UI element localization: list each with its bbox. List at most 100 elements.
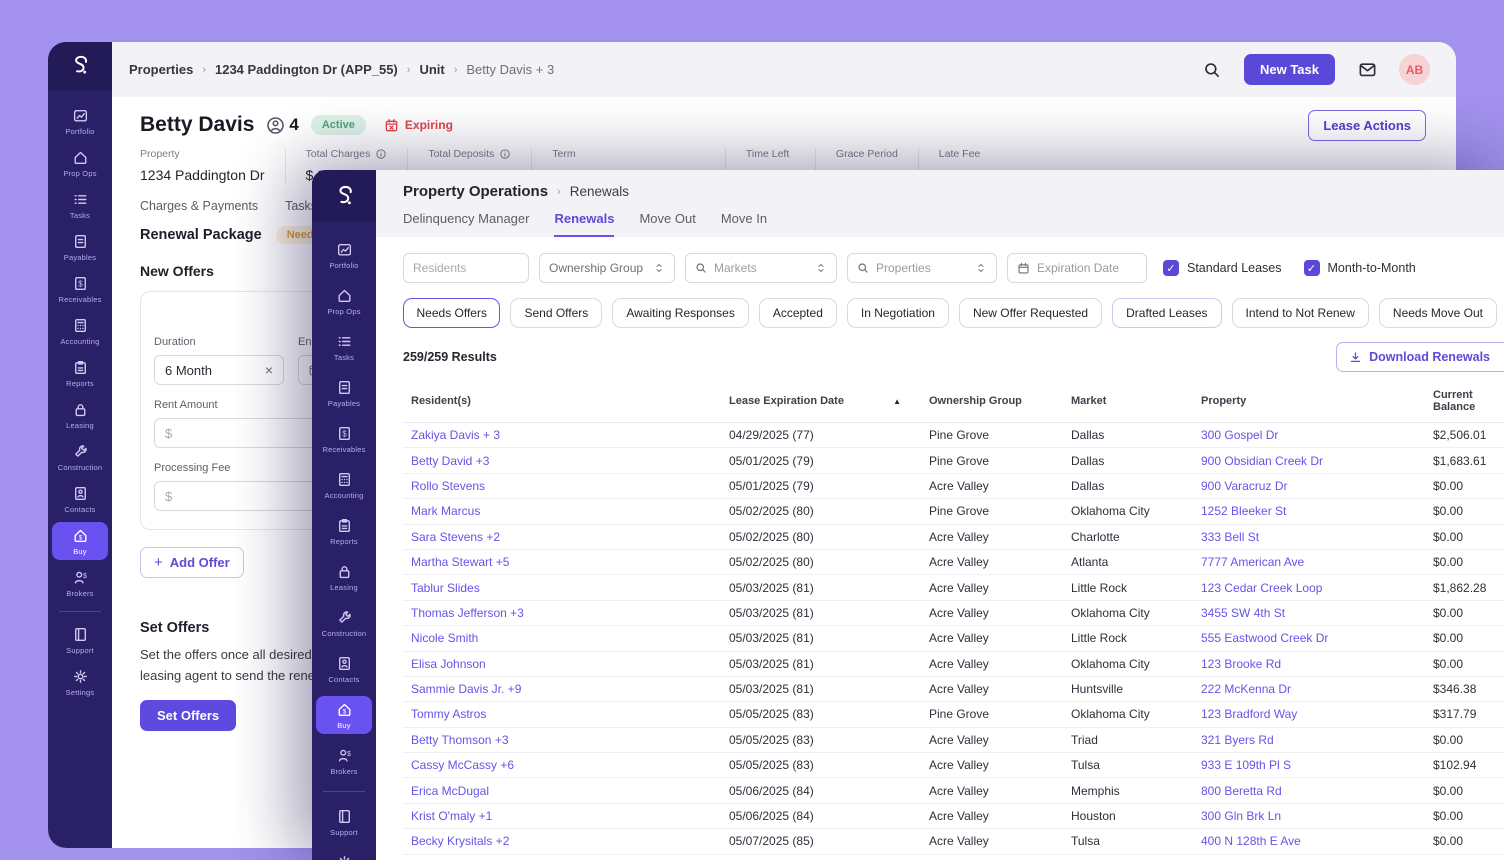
set-offers-button[interactable]: Set Offers [140,700,236,731]
property-link[interactable]: 3455 SW 4th St [1201,606,1285,620]
property-link[interactable]: 123 Brooke Rd [1201,657,1281,671]
duration-select[interactable]: 6 Month × [154,355,284,385]
property-link[interactable]: 900 Varacruz Dr [1201,479,1287,493]
chip-intend-to-not-renew[interactable]: Intend to Not Renew [1232,298,1369,328]
ownership-group-select[interactable]: Ownership Group [539,253,675,283]
sidebar-item-payables[interactable]: Payables [316,374,372,412]
lease-actions-button[interactable]: Lease Actions [1308,110,1426,141]
resident-link[interactable]: Betty Thomson +3 [411,733,509,747]
add-offer-button[interactable]: + Add Offer [140,547,244,578]
sort-asc-icon[interactable]: ▲ [893,397,901,406]
sidebar-item-accounting[interactable]: Accounting [52,312,108,350]
sidebar-item-buy[interactable]: $Buy [52,522,108,560]
resident-link[interactable]: Betty David +3 [411,454,489,468]
checkbox-month-to-month[interactable]: ✓Month-to-Month [1304,260,1416,276]
breadcrumb-item[interactable]: Unit [419,62,444,77]
sidebar-item-tasks[interactable]: Tasks [316,328,372,366]
sidebar-item-support[interactable]: Support [52,621,108,659]
search-button[interactable] [1196,54,1228,86]
chip-new-offer-requested[interactable]: New Offer Requested [959,298,1102,328]
sidebar-item-portfolio[interactable]: Portfolio [52,102,108,140]
checkbox-standard-leases[interactable]: ✓Standard Leases [1163,260,1282,276]
column-header-lease-expiration-date[interactable]: Lease Expiration Date▲ [721,395,921,407]
sidebar-item-prop-ops[interactable]: Prop Ops [52,144,108,182]
sidebar-item-construction[interactable]: Construction [52,438,108,476]
sidebar-item-brokers[interactable]: $Brokers [52,564,108,602]
resident-link[interactable]: Rollo Stevens [411,479,485,493]
tab-charges-payments[interactable]: Charges & Payments [140,199,258,213]
tab-renewals[interactable]: Renewals [554,211,614,237]
tab-move-out[interactable]: Move Out [639,211,695,237]
markets-select[interactable]: Markets [685,253,837,283]
resident-link[interactable]: Thomas Jefferson +3 [411,606,524,620]
property-link[interactable]: 333 Bell St [1201,530,1259,544]
property-link[interactable]: 555 Eastwood Creek Dr [1201,631,1328,645]
sidebar-item-contacts[interactable]: Contacts [52,480,108,518]
property-link[interactable]: 123 Cedar Creek Loop [1201,581,1322,595]
checkbox-icon[interactable]: ✓ [1163,260,1179,276]
breadcrumb-item[interactable]: 1234 Paddington Dr (APP_55) [215,62,398,77]
mail-button[interactable] [1351,54,1383,86]
property-link[interactable]: 933 E 109th Pl S [1201,758,1291,772]
sidebar-item-contacts[interactable]: Contacts [316,650,372,688]
chip-needs-offers[interactable]: Needs Offers [403,298,500,328]
sidebar-item-prop-ops[interactable]: Prop Ops [316,282,372,320]
resident-link[interactable]: Sammie Davis Jr. +9 [411,682,521,696]
sidebar-item-reports[interactable]: Reports [52,354,108,392]
sidebar-item-portfolio[interactable]: Portfolio [316,236,372,274]
property-link[interactable]: 400 N 128th E Ave [1201,834,1301,848]
property-link[interactable]: 123 Bradford Way [1201,707,1297,721]
breadcrumb-item[interactable]: Properties [129,62,193,77]
sidebar-item-buy[interactable]: $Buy [316,696,372,734]
tab-move-in[interactable]: Move In [721,211,767,237]
column-header-market[interactable]: Market [1063,395,1193,407]
property-link[interactable]: 7777 American Ave [1201,555,1304,569]
property-link[interactable]: 321 Byers Rd [1201,733,1274,747]
chip-awaiting-responses[interactable]: Awaiting Responses [612,298,749,328]
sidebar-item-leasing[interactable]: Leasing [316,558,372,596]
sidebar-item-leasing[interactable]: Leasing [52,396,108,434]
resident-link[interactable]: Erica McDugal [411,784,489,798]
property-link[interactable]: 800 Beretta Rd [1201,784,1282,798]
avatar[interactable]: AB [1399,54,1430,85]
breadcrumb-root[interactable]: Property Operations [403,183,548,200]
property-link[interactable]: 1252 Bleeker St [1201,504,1286,518]
resident-link[interactable]: Zakiya Davis + 3 [411,428,500,442]
resident-link[interactable]: Sara Stevens +2 [411,530,500,544]
sidebar-item-accounting[interactable]: Accounting [316,466,372,504]
sidebar-item-settings[interactable]: Settings [52,663,108,701]
resident-link[interactable]: Cassy McCassy +6 [411,758,514,772]
chip-accepted[interactable]: Accepted [759,298,837,328]
chip-needs-move-out[interactable]: Needs Move Out [1379,298,1497,328]
resident-link[interactable]: Martha Stewart +5 [411,555,509,569]
resident-link[interactable]: Tommy Astros [411,707,486,721]
resident-link[interactable]: Krist O'maly +1 [411,809,492,823]
property-link[interactable]: 900 Obsidian Creek Dr [1201,454,1323,468]
sidebar-item-receivables[interactable]: $Receivables [52,270,108,308]
resident-link[interactable]: Mark Marcus [411,504,480,518]
residents-input[interactable] [403,253,529,283]
sidebar-item-tasks[interactable]: Tasks [52,186,108,224]
resident-link[interactable]: Nicole Smith [411,631,478,645]
chip-drafted-leases[interactable]: Drafted Leases [1112,298,1221,328]
column-header-current-balance[interactable]: Current Balance [1425,389,1504,413]
sidebar-item-payables[interactable]: Payables [52,228,108,266]
property-link[interactable]: 222 McKenna Dr [1201,682,1291,696]
clear-icon[interactable]: × [265,362,273,378]
resident-link[interactable]: Becky Krysitals +2 [411,834,509,848]
brand-logo[interactable] [312,170,376,222]
resident-link[interactable]: Tablur Slides [411,581,480,595]
column-header-ownership-group[interactable]: Ownership Group [921,395,1063,407]
chip-in-negotiation[interactable]: In Negotiation [847,298,949,328]
chip-send-offers[interactable]: Send Offers [510,298,602,328]
checkbox-icon[interactable]: ✓ [1304,260,1320,276]
property-link[interactable]: 300 Gln Brk Ln [1201,809,1281,823]
sidebar-item-support[interactable]: Support [316,803,372,841]
tab-delinquency-manager[interactable]: Delinquency Manager [403,211,529,237]
sidebar-item-receivables[interactable]: $Receivables [316,420,372,458]
expiration-date-input[interactable]: Expiration Date [1007,253,1147,283]
sidebar-item-brokers[interactable]: $Brokers [316,742,372,780]
property-link[interactable]: 300 Gospel Dr [1201,428,1278,442]
properties-select[interactable]: Properties [847,253,997,283]
resident-link[interactable]: Elisa Johnson [411,657,486,671]
